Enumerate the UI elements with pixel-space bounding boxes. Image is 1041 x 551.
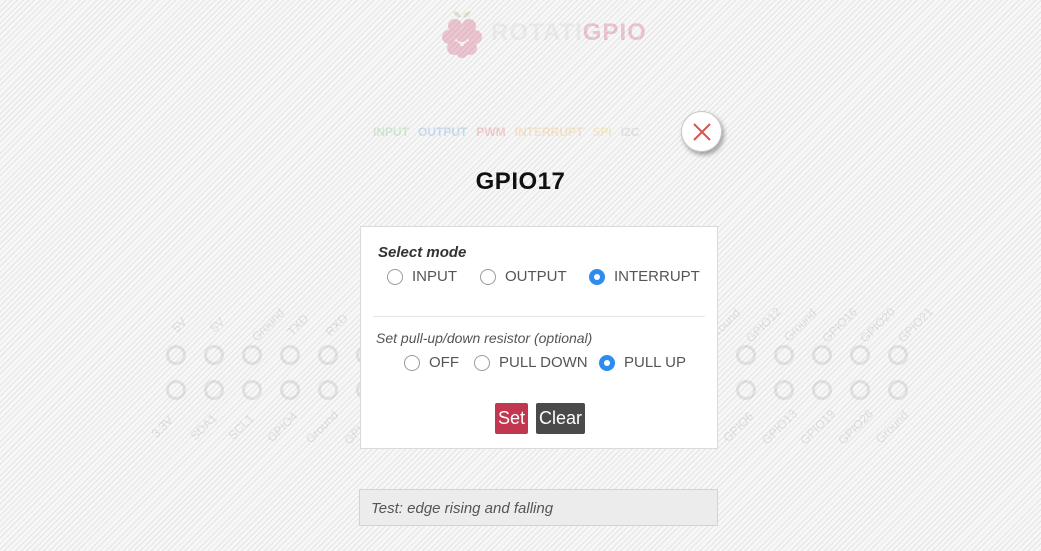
mode-label-interrupt: INTERRUPT	[614, 268, 700, 285]
clear-button[interactable]: Clear	[536, 403, 585, 434]
mode-section-title: Select mode	[378, 244, 467, 261]
radio-circle[interactable]	[480, 268, 496, 285]
pin-label: 5V	[169, 314, 190, 336]
legend-spi: SPI	[592, 125, 612, 139]
legend-output: OUTPUT	[418, 125, 468, 139]
mode-radio-output[interactable]: OUTPUT	[480, 268, 567, 285]
pin-label: Ground	[302, 407, 342, 447]
legend-pwm: PWM	[476, 125, 506, 139]
radio-circle-checked[interactable]	[589, 268, 605, 285]
mode-label-output: OUTPUT	[505, 268, 567, 285]
resistor-label-pull-down: PULL DOWN	[499, 354, 588, 371]
legend-i2c: I2C	[620, 125, 640, 139]
mode-label-input: INPUT	[412, 268, 457, 285]
gpio-pin	[280, 380, 300, 400]
raspberry-logo-icon	[442, 11, 482, 58]
set-button[interactable]: Set	[495, 403, 528, 434]
pin-label: Ground	[248, 305, 288, 345]
gpio-pin	[888, 345, 908, 365]
gpio-pin	[204, 345, 224, 365]
gpio-pin	[774, 345, 794, 365]
pin-label: GPIO12	[743, 304, 784, 346]
radio-circle-checked[interactable]	[599, 354, 615, 371]
pin-label: 3.3V	[148, 413, 177, 441]
section-divider	[373, 316, 705, 317]
gpio-pin	[850, 380, 870, 400]
gpio-pin	[850, 345, 870, 365]
pin-label: GPIO21	[895, 304, 936, 346]
gpio-config-panel: Select mode INPUT OUTPUT INTERRUPT Set p…	[360, 226, 718, 449]
gpio-pin	[242, 345, 262, 365]
gpio-pin	[888, 380, 908, 400]
radio-circle[interactable]	[404, 354, 420, 371]
mode-legend: INPUT OUTPUT PWM INTERRUPT SPI I2C	[373, 125, 639, 139]
logo-text-right: GPIO	[582, 19, 647, 46]
gpio-pin	[166, 380, 186, 400]
logo-text-left: ROTATI	[491, 19, 583, 46]
mode-radio-interrupt[interactable]: INTERRUPT	[589, 268, 700, 285]
gpio-pin	[774, 380, 794, 400]
gpio-pin	[318, 345, 338, 365]
pin-label: GPIO13	[759, 406, 800, 448]
pin-label: SCL1	[225, 411, 257, 443]
gpio-pin	[736, 345, 756, 365]
pin-label: GPIO6	[720, 409, 757, 445]
resistor-radio-pull-down[interactable]: PULL DOWN	[474, 354, 588, 371]
pin-label: GPIO4	[264, 409, 301, 445]
gpio-pin	[204, 380, 224, 400]
pin-label: TXD	[284, 311, 312, 339]
gpio-pin	[318, 380, 338, 400]
radio-circle[interactable]	[474, 354, 490, 371]
gpio-pin	[242, 380, 262, 400]
pin-label: GPIO20	[857, 304, 898, 346]
resistor-radio-off[interactable]: OFF	[404, 354, 459, 371]
pin-label: GPIO19	[797, 406, 838, 448]
resistor-label-off: OFF	[429, 354, 459, 371]
gpio-pin	[166, 345, 186, 365]
app-logo-text: ROTATIGPIO	[491, 19, 647, 47]
gpio-pin	[280, 345, 300, 365]
gpio-pin	[812, 380, 832, 400]
pin-label: SDA1	[187, 410, 220, 444]
legend-interrupt: INTERRUPT	[514, 125, 584, 139]
mode-radio-input[interactable]: INPUT	[387, 268, 457, 285]
resistor-radio-pull-up[interactable]: PULL UP	[599, 354, 686, 371]
pin-label: GPIO16	[819, 304, 860, 346]
resistor-label-pull-up: PULL UP	[624, 354, 686, 371]
close-icon	[692, 122, 711, 141]
pin-label: Ground	[872, 407, 912, 447]
gpio-pin	[736, 380, 756, 400]
pin-label: 5V	[207, 314, 228, 336]
legend-input: INPUT	[373, 125, 409, 139]
status-output: Test: edge rising and falling	[359, 489, 718, 526]
resistor-section-title: Set pull-up/down resistor (optional)	[376, 330, 593, 346]
pin-label: RXD	[322, 311, 351, 339]
dialog-title: GPIO17	[475, 168, 566, 195]
close-button[interactable]	[681, 111, 722, 152]
gpio-pin	[812, 345, 832, 365]
pin-label: GPIO26	[835, 406, 876, 448]
radio-circle[interactable]	[387, 268, 403, 285]
pin-label: Ground	[780, 305, 820, 345]
app-logo: ROTATIGPIO	[441, 8, 647, 58]
